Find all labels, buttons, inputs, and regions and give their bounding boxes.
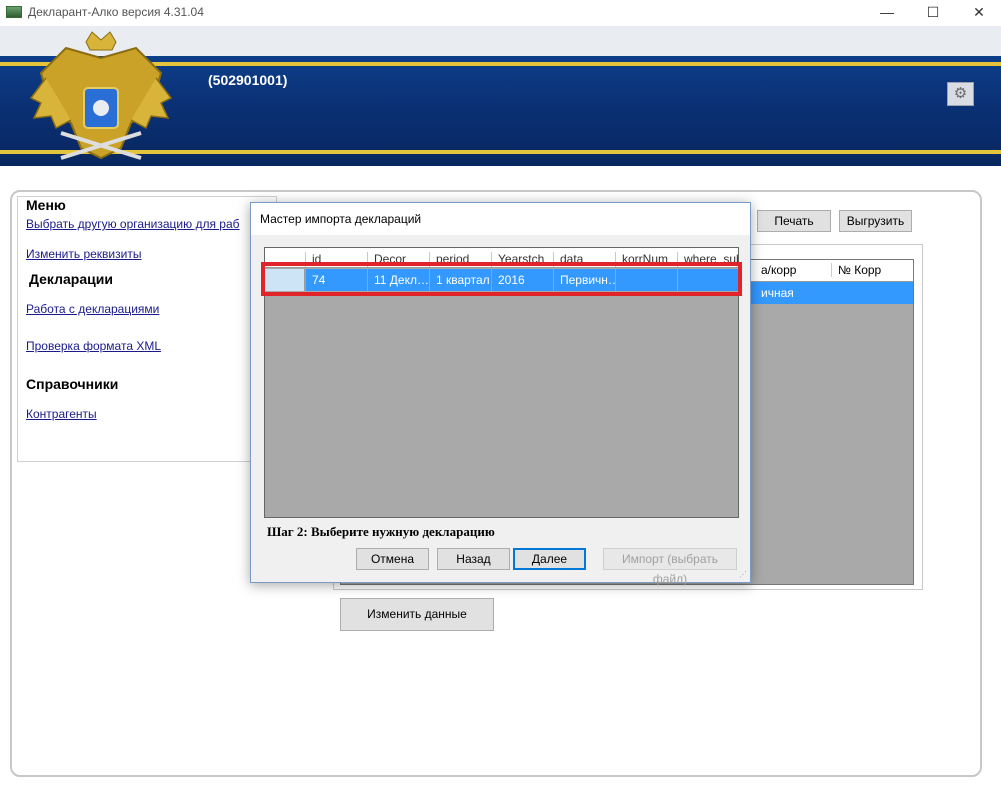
- org-code: (502901001): [208, 72, 288, 88]
- minimize-button[interactable]: —: [864, 0, 910, 26]
- menu-link-xml-check[interactable]: Проверка формата XML: [26, 339, 161, 353]
- reference-title: Справочники: [26, 376, 119, 392]
- step-instruction: Шаг 2: Выберите нужную декларацию: [267, 524, 495, 539]
- app-icon: [6, 6, 22, 18]
- column-header[interactable]: а/корр: [761, 263, 796, 277]
- import-file-button[interactable]: Импорт (выбрать файл): [603, 548, 737, 586]
- menu-link-declarations[interactable]: Работа с декларациями: [26, 302, 159, 316]
- cancel-button[interactable]: Отмена: [356, 548, 429, 570]
- resize-grip-icon[interactable]: ⋰: [739, 571, 747, 579]
- settings-button[interactable]: ⚙: [947, 82, 974, 106]
- print-button[interactable]: Печать: [757, 210, 831, 232]
- close-button[interactable]: ✕: [956, 0, 1001, 26]
- menu-link-change-org[interactable]: Выбрать другую организацию для раб: [26, 217, 240, 231]
- gear-icon: ⚙: [953, 85, 968, 102]
- export-button[interactable]: Выгрузить: [839, 210, 912, 232]
- header-banner: (502901001) ⚙: [0, 26, 1001, 172]
- change-data-button[interactable]: Изменить данные: [340, 598, 494, 631]
- import-wizard-dialog: Мастер импорта деклараций id Decor perio…: [250, 202, 751, 586]
- maximize-button[interactable]: ☐: [910, 0, 956, 26]
- back-button[interactable]: Назад: [437, 548, 510, 570]
- highlight-annotation: [261, 262, 742, 296]
- declarations-title: Декларации: [29, 271, 113, 287]
- menu-link-edit-details[interactable]: Изменить реквизиты: [26, 247, 141, 261]
- next-button[interactable]: Далее: [513, 548, 586, 570]
- title-bar: Декларант-Алко версия 4.31.04 — ☐ ✕: [0, 0, 1001, 26]
- table-cell: ичная: [761, 286, 794, 300]
- menu-title: Меню: [26, 197, 66, 213]
- window-title: Декларант-Алко версия 4.31.04: [28, 5, 204, 19]
- coat-of-arms-icon: [29, 31, 173, 160]
- menu-panel: Меню Выбрать другую организацию для раб …: [17, 196, 277, 462]
- menu-link-counterparties[interactable]: Контрагенты: [26, 407, 97, 421]
- dialog-title: Мастер импорта деклараций: [251, 203, 750, 235]
- column-header[interactable]: № Корр: [831, 263, 881, 277]
